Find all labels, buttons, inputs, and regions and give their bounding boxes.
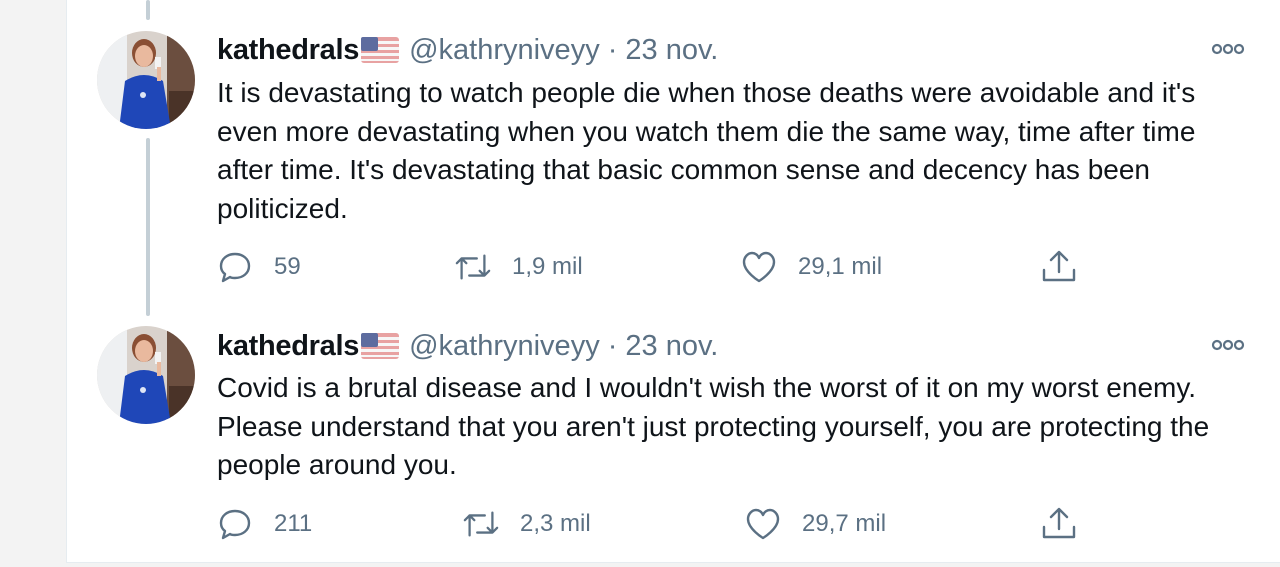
tweet-date[interactable]: 23 nov. <box>625 34 718 67</box>
like-icon <box>740 248 778 286</box>
display-name[interactable]: kathedrals <box>217 34 359 67</box>
user-handle[interactable]: @kathryniveyy <box>409 330 600 363</box>
tweet-actions: 59 1,9 mil 29,1 mil <box>0 248 1280 288</box>
retweet-count: 1,9 mil <box>512 253 583 280</box>
more-icon <box>1211 339 1245 351</box>
share-icon <box>1040 248 1078 286</box>
share-button[interactable] <box>1040 248 1078 286</box>
like-button[interactable]: 29,7 mil <box>744 505 886 543</box>
like-count: 29,1 mil <box>798 253 883 280</box>
reply-icon <box>216 248 254 286</box>
more-button[interactable] <box>1208 34 1248 64</box>
like-icon <box>744 505 782 543</box>
reply-icon <box>216 505 254 543</box>
reply-button[interactable]: 59 <box>216 248 301 286</box>
retweet-button[interactable]: 1,9 mil <box>454 248 583 286</box>
reply-count: 59 <box>274 253 301 280</box>
like-count: 29,7 mil <box>802 510 887 537</box>
thread-line-top <box>146 0 150 20</box>
reply-button[interactable]: 211 <box>216 505 312 543</box>
share-icon <box>1040 505 1078 543</box>
tweet-header: kathedrals @kathryniveyy · 23 nov. <box>217 326 718 366</box>
avatar[interactable] <box>97 31 195 129</box>
retweet-icon <box>462 505 500 543</box>
share-button[interactable] <box>1040 505 1078 543</box>
tweet-text: Covid is a brutal disease and I wouldn't… <box>217 372 1210 480</box>
more-icon <box>1211 43 1245 55</box>
tweet-date[interactable]: 23 nov. <box>625 330 718 363</box>
tweet-actions: 211 2,3 mil 29,7 mil <box>0 505 1280 545</box>
separator-dot: · <box>607 33 618 66</box>
retweet-button[interactable]: 2,3 mil <box>462 505 591 543</box>
reply-count: 211 <box>274 510 313 537</box>
avatar[interactable] <box>97 326 195 424</box>
us-flag-icon <box>361 333 400 359</box>
retweet-icon <box>454 248 492 286</box>
retweet-count: 2,3 mil <box>520 510 591 537</box>
user-handle[interactable]: @kathryniveyy <box>409 34 600 67</box>
us-flag-icon <box>361 37 400 63</box>
tweet-text: It is devastating to watch people die wh… <box>217 77 1196 224</box>
tweet-header: kathedrals @kathryniveyy · 23 nov. <box>217 30 718 70</box>
like-button[interactable]: 29,1 mil <box>740 248 882 286</box>
display-name[interactable]: kathedrals <box>217 330 359 363</box>
thread-line-connector <box>146 138 150 316</box>
separator-dot: · <box>607 329 618 362</box>
more-button[interactable] <box>1208 330 1248 360</box>
